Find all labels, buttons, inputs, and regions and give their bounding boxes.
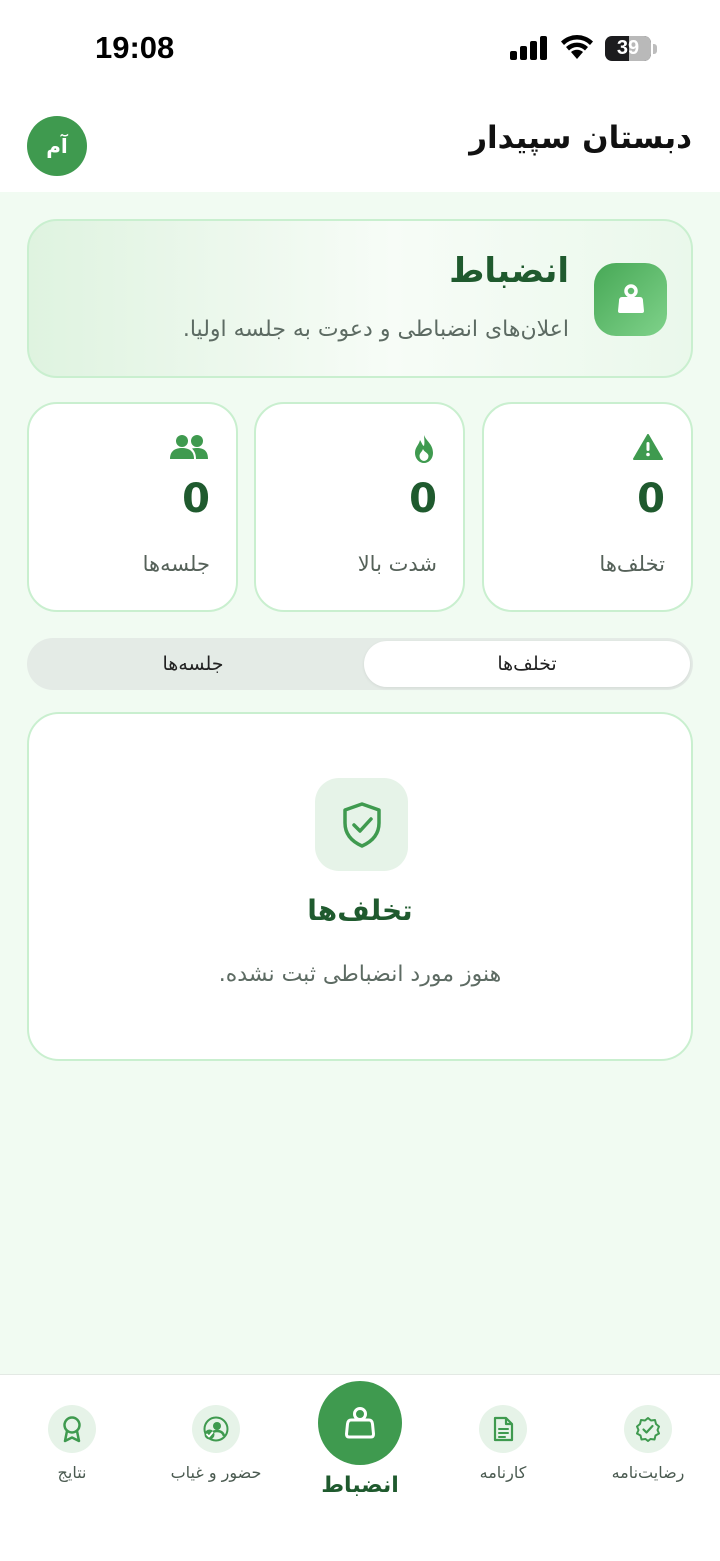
nav-label: نتایج bbox=[57, 1463, 87, 1482]
empty-state-card: تخلف‌ها هنوز مورد انضباطی ثبت نشده. bbox=[27, 712, 693, 1061]
cellular-signal-icon bbox=[510, 36, 547, 60]
stat-value: 0 bbox=[637, 476, 665, 522]
stat-label: جلسه‌ها bbox=[142, 552, 210, 576]
empty-state-title: تخلف‌ها bbox=[307, 894, 413, 927]
wifi-icon bbox=[561, 35, 593, 59]
user-check-icon bbox=[192, 1405, 240, 1453]
nav-item-consent[interactable]: رضایت‌نامه bbox=[583, 1375, 713, 1515]
nav-item-report-card[interactable]: کارنامه bbox=[438, 1375, 568, 1515]
document-icon bbox=[479, 1405, 527, 1453]
nav-label-active: انضباط bbox=[321, 1473, 399, 1498]
battery-tip bbox=[653, 44, 657, 54]
page-title: انضباط bbox=[449, 251, 569, 291]
status-time: 19:08 bbox=[95, 30, 175, 65]
nav-item-attendance[interactable]: حضور و غیاب bbox=[151, 1375, 281, 1515]
warning-icon bbox=[633, 434, 663, 460]
nav-label: رضایت‌نامه bbox=[611, 1463, 685, 1482]
stat-card-meetings[interactable]: 0 جلسه‌ها bbox=[27, 402, 238, 612]
shield-check-icon bbox=[315, 778, 408, 871]
tab-meetings[interactable]: جلسه‌ها bbox=[30, 641, 356, 687]
stat-card-violations[interactable]: 0 تخلف‌ها bbox=[482, 402, 693, 612]
battery-level: 39 bbox=[616, 37, 640, 59]
tab-violations[interactable]: تخلف‌ها bbox=[364, 641, 690, 687]
nav-item-results[interactable]: نتایج bbox=[7, 1375, 137, 1515]
app-header: دبستان سپیدار آم bbox=[0, 96, 720, 192]
nav-label: حضور و غیاب bbox=[170, 1463, 262, 1482]
stat-value: 0 bbox=[409, 476, 437, 522]
nav-label: کارنامه bbox=[479, 1463, 527, 1482]
stat-value: 0 bbox=[182, 476, 210, 522]
nav-item-discipline[interactable]: انضباط bbox=[300, 1371, 420, 1511]
avatar[interactable]: آم bbox=[27, 116, 87, 176]
flame-icon bbox=[415, 435, 433, 463]
users-icon bbox=[170, 435, 208, 459]
school-name: دبستان سپیدار bbox=[469, 120, 692, 156]
award-icon bbox=[48, 1405, 96, 1453]
battery-icon: 39 bbox=[605, 36, 651, 61]
stat-label: تخلف‌ها bbox=[599, 552, 665, 576]
badge-check-icon bbox=[624, 1405, 672, 1453]
stat-card-high-severity[interactable]: 0 شدت بالا bbox=[254, 402, 465, 612]
kettlebell-icon bbox=[594, 263, 667, 336]
empty-state-message: هنوز مورد انضباطی ثبت نشده. bbox=[218, 962, 502, 987]
stat-label: شدت بالا bbox=[357, 552, 437, 576]
bottom-nav: رضایت‌نامه کارنامه انضباط bbox=[0, 1374, 720, 1561]
status-bar: 19:08 39 bbox=[0, 0, 720, 96]
page-subtitle: اعلان‌های انضباطی و دعوت به جلسه اولیا. bbox=[182, 317, 569, 342]
page-hero-card: انضباط اعلان‌های انضباطی و دعوت به جلسه … bbox=[27, 219, 693, 378]
kettlebell-icon bbox=[318, 1381, 402, 1465]
segmented-tabs: تخلف‌ها جلسه‌ها bbox=[27, 638, 693, 690]
